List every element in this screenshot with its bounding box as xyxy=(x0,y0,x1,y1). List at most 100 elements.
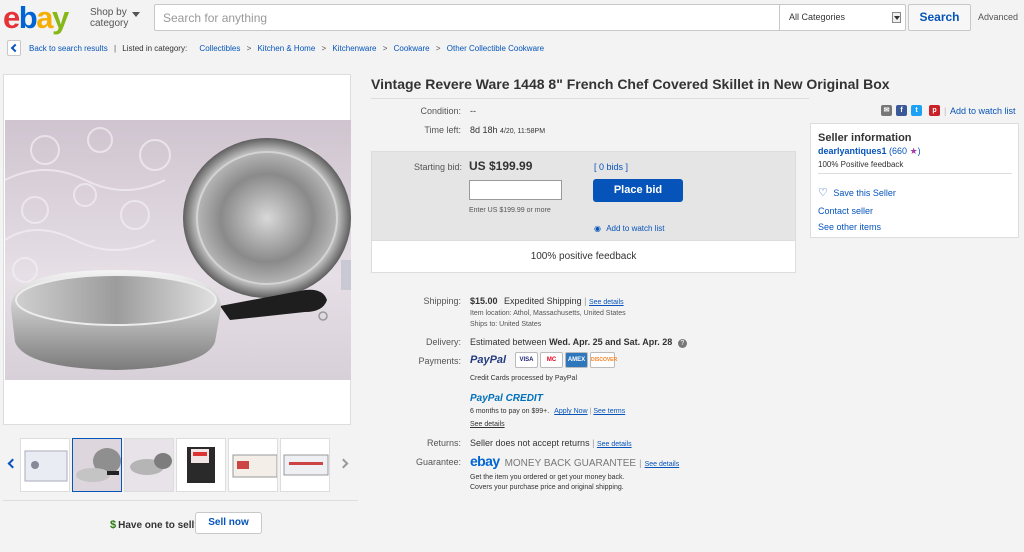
see-terms-link[interactable]: See terms xyxy=(593,408,625,415)
breadcrumb: Back to search results | Listed in categ… xyxy=(29,44,544,53)
thumbnail-next-icon[interactable] xyxy=(340,459,348,469)
have-one-to-sell: $ Have one to sell? xyxy=(110,519,200,531)
breadcrumb-separator: > xyxy=(382,44,388,53)
shop-by-category-label: Shop by category xyxy=(90,7,129,29)
feedback-score[interactable]: (660 xyxy=(889,146,907,156)
breadcrumb-item-kitchen-home[interactable]: Kitchen & Home xyxy=(257,44,315,53)
delivery-dates: Wed. Apr. 25 and Sat. Apr. 28 xyxy=(549,337,673,347)
back-arrow-icon[interactable] xyxy=(7,40,21,56)
thumbnail-3[interactable] xyxy=(124,438,174,492)
credit-processed-text: Credit Cards processed by PayPal xyxy=(470,375,577,382)
positive-feedback-bar: 100% positive feedback xyxy=(530,251,637,262)
thumbnail-1[interactable] xyxy=(20,438,70,492)
info-icon[interactable]: ? xyxy=(677,339,687,348)
thumbnail-2[interactable] xyxy=(72,438,122,492)
starting-bid-label: Starting bid: xyxy=(413,162,462,172)
bids-count-link[interactable]: [ 0 bids ] xyxy=(594,162,628,172)
chevron-down-icon xyxy=(132,12,140,17)
credit-text: 6 months to pay on $99+. xyxy=(470,408,550,415)
breadcrumb-item-collectibles[interactable]: Collectibles xyxy=(199,44,240,53)
seller-feedback: 100% Positive feedback xyxy=(818,160,904,169)
add-to-watch-list-link[interactable]: Add to watch list xyxy=(950,106,1016,116)
amex-icon: AMEX xyxy=(565,352,588,368)
contact-seller-link[interactable]: Contact seller xyxy=(818,206,873,216)
search-input[interactable] xyxy=(155,5,779,30)
pinterest-icon[interactable]: p xyxy=(929,105,940,116)
back-to-search-link[interactable]: Back to search results xyxy=(29,44,108,53)
breadcrumb-item-other-cookware[interactable]: Other Collectible Cookware xyxy=(447,44,544,53)
breadcrumb-item-cookware[interactable]: Cookware xyxy=(394,44,430,53)
ebay-guarantee-logo: ebay xyxy=(470,453,500,469)
divider xyxy=(371,98,809,99)
bid-box: Starting bid: US $199.99 [ 0 bids ] Plac… xyxy=(371,151,796,273)
main-image-panel[interactable] xyxy=(3,74,351,425)
shipping-service: Expedited Shipping xyxy=(504,296,582,306)
seller-info-panel: Seller information dearlyantiques1 (660 … xyxy=(810,123,1019,238)
time-left-value: 8d 18h 4/20, 11:58PM xyxy=(470,125,545,135)
place-bid-button[interactable]: Place bid xyxy=(593,179,683,202)
credit-card-logos: VISA MC AMEX DISCOVER xyxy=(515,352,617,368)
sell-now-button[interactable]: Sell now xyxy=(195,512,262,534)
sell-question-text: Have one to sell? xyxy=(118,520,201,531)
bid-amount-input[interactable] xyxy=(469,180,562,200)
dropdown-arrow-icon xyxy=(892,12,901,23)
twitter-icon[interactable]: t xyxy=(911,105,922,116)
thumbnail-6[interactable] xyxy=(280,438,330,492)
thumbnail-prev-icon[interactable] xyxy=(7,459,15,469)
delivery-label: Delivery: xyxy=(425,337,461,347)
starting-bid-value: US $199.99 xyxy=(469,159,533,173)
condition-label: Condition: xyxy=(420,106,461,116)
returns-row: Seller does not accept returns | See det… xyxy=(470,438,632,448)
visa-icon: VISA xyxy=(515,352,538,368)
item-title: Vintage Revere Ware 1448 8" French Chef … xyxy=(371,76,890,92)
separator: | xyxy=(113,44,117,53)
shop-by-category-button[interactable]: Shop by category xyxy=(90,7,142,29)
thumbnail-4[interactable] xyxy=(176,438,226,492)
seller-heading: Seller information xyxy=(818,132,912,144)
guarantee-details-link[interactable]: See details xyxy=(645,461,680,468)
breadcrumb-separator: > xyxy=(435,44,441,53)
divider xyxy=(3,500,358,501)
breadcrumb-separator: > xyxy=(246,44,252,53)
payments-label: Payments: xyxy=(418,356,461,366)
bid-hint: Enter US $199.99 or more xyxy=(469,207,551,214)
star-icon: ★ xyxy=(909,146,918,156)
ships-to: Ships to: United States xyxy=(470,321,542,328)
score-close: ) xyxy=(917,146,921,156)
guarantee-label: Guarantee: xyxy=(415,457,461,467)
item-location: Item location: Athol, Massachusetts, Uni… xyxy=(470,310,626,317)
shipping-label: Shipping: xyxy=(423,296,461,306)
apply-now-link[interactable]: Apply Now xyxy=(554,408,587,415)
seller-name-row: dearlyantiques1 (660 ★) xyxy=(818,146,921,157)
thumbnail-5[interactable] xyxy=(228,438,278,492)
guarantee-line-1: Get the item you ordered or get your mon… xyxy=(470,474,625,481)
breadcrumb-item-kitchenware[interactable]: Kitchenware xyxy=(332,44,376,53)
watch-list-link[interactable]: ◉ Add to watch list xyxy=(594,224,664,233)
search-button[interactable]: Search xyxy=(908,4,971,31)
save-seller-link[interactable]: ♡ Save this Seller xyxy=(818,186,896,199)
category-select[interactable]: All Categories xyxy=(779,5,906,30)
heart-icon: ♡ xyxy=(818,187,828,199)
category-select-value: All Categories xyxy=(789,12,846,22)
shipping-details-link[interactable]: See details xyxy=(589,299,624,306)
divider xyxy=(818,173,1012,174)
facebook-icon[interactable]: f xyxy=(896,105,907,116)
time-left-date: 4/20, 11:58PM xyxy=(500,128,546,135)
email-icon[interactable]: ✉ xyxy=(881,105,892,116)
paypal-logo: PayPal xyxy=(470,354,507,366)
search-bar: All Categories xyxy=(154,4,906,31)
condition-value: -- xyxy=(470,106,476,116)
see-other-items-link[interactable]: See other items xyxy=(818,222,881,232)
ebay-logo[interactable]: ebay xyxy=(3,1,69,35)
listed-in-label: Listed in category: xyxy=(122,44,188,53)
advanced-search-link[interactable]: Advanced xyxy=(978,12,1018,22)
seller-name-link[interactable]: dearlyantiques1 xyxy=(818,146,887,156)
save-seller-label: Save this Seller xyxy=(833,188,896,198)
returns-value: Seller does not accept returns xyxy=(470,438,590,448)
payments-details-link[interactable]: See details xyxy=(470,421,505,428)
discover-icon: DISCOVER xyxy=(590,352,617,368)
product-photo[interactable] xyxy=(5,120,351,380)
shipping-row: $15.00 Expedited Shipping | See details xyxy=(470,296,624,306)
returns-details-link[interactable]: See details xyxy=(597,441,632,448)
delivery-prefix: Estimated between xyxy=(470,337,547,347)
